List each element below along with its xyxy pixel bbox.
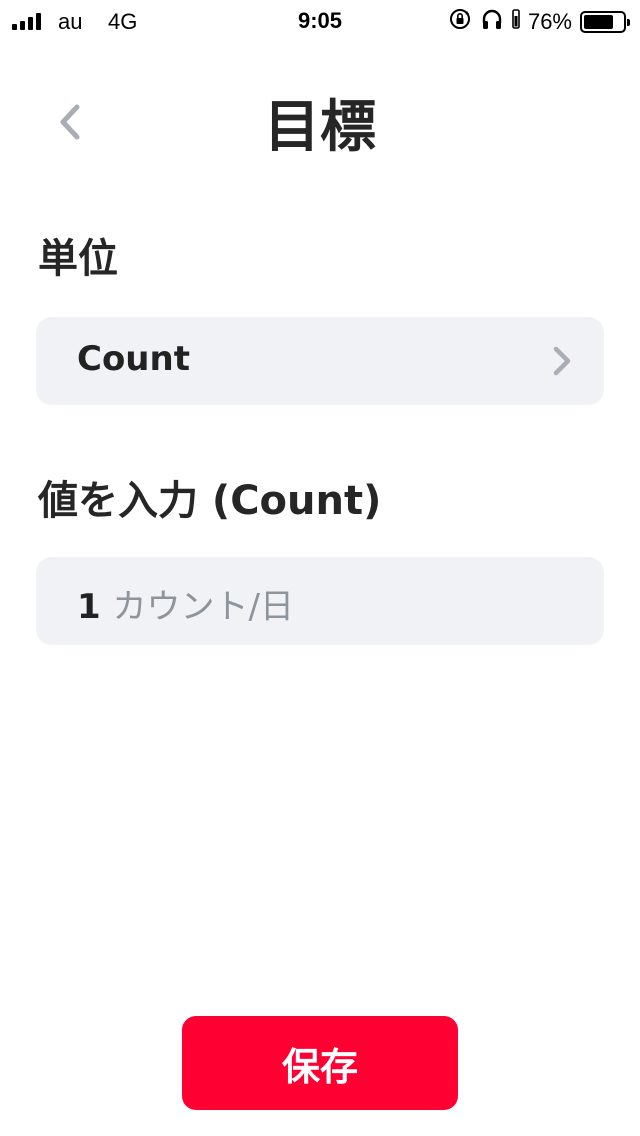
battery-percent: 76% [527, 9, 572, 34]
unit-selector[interactable]: Count [36, 317, 604, 405]
battery-fill [584, 15, 613, 29]
value-number: 1 [77, 587, 101, 627]
save-button[interactable]: 保存 [182, 1016, 458, 1110]
unit-label: 単位 [38, 236, 118, 282]
status-right-group: 76% [448, 7, 630, 37]
value-label: 値を入力 (Count) [38, 478, 382, 524]
value-unit: カウント/日 [112, 587, 294, 627]
chevron-right-icon [553, 346, 571, 376]
headphones-icon [480, 7, 504, 37]
page-title: 目標 [264, 95, 376, 160]
battery-icon [580, 11, 630, 33]
unit-value: Count [77, 339, 190, 379]
rotation-lock-icon [448, 7, 472, 37]
goal-screen: au 4G 9:05 76% 目標 単位 Count 値を入力 (Count) … [0, 0, 640, 1136]
value-text: 1 カウント/日 [77, 579, 294, 628]
value-input[interactable]: 1 カウント/日 [36, 557, 604, 645]
status-bar: au 4G 9:05 76% [0, 0, 640, 40]
charging-indicator-icon [512, 7, 520, 37]
